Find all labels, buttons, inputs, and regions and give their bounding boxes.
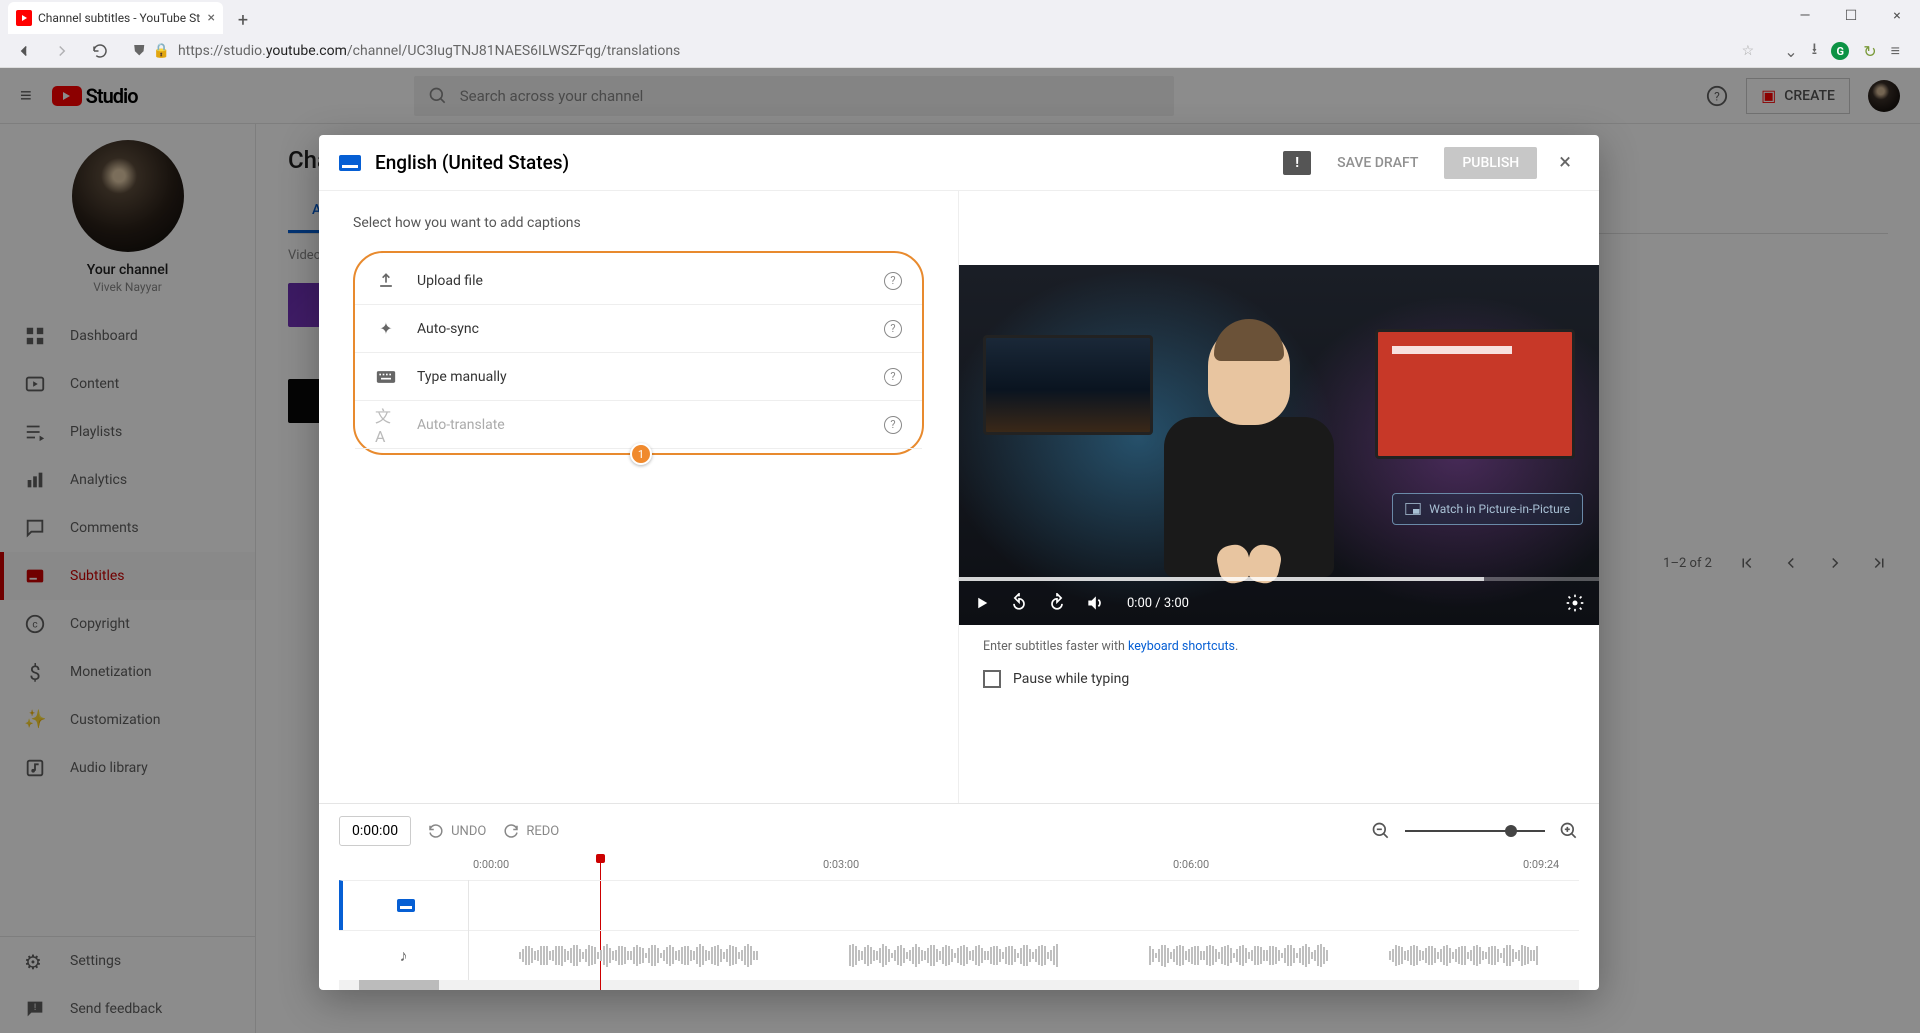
window-maximize-button[interactable]: ☐: [1828, 0, 1874, 32]
grammarly-icon[interactable]: G: [1831, 42, 1849, 60]
waveform: [1149, 945, 1328, 967]
forward-button[interactable]: [48, 37, 76, 65]
sparkle-icon: ✦: [375, 319, 397, 338]
seek-bar[interactable]: [959, 577, 1599, 581]
subtitles-icon: [339, 155, 361, 171]
redo-button[interactable]: REDO: [502, 822, 559, 840]
waveform: [1389, 945, 1538, 967]
browser-tab[interactable]: Channel subtitles - YouTube St ×: [8, 2, 223, 34]
help-icon[interactable]: ?: [884, 272, 902, 290]
option-upload-file[interactable]: Upload file ?: [355, 257, 922, 305]
timecode-input[interactable]: 0:00:00: [339, 816, 411, 846]
instruction-text: Select how you want to add captions: [353, 215, 924, 231]
tab-close-icon[interactable]: ×: [208, 10, 215, 26]
lock-icon: 🔒: [153, 43, 170, 59]
keyboard-shortcuts-link[interactable]: keyboard shortcuts: [1128, 639, 1235, 654]
caption-options-highlight: Upload file ? ✦ Auto-sync ? Type manuall…: [353, 251, 924, 455]
back-button[interactable]: [10, 37, 38, 65]
modal-title: English (United States): [375, 151, 569, 174]
play-icon[interactable]: [973, 594, 991, 612]
timeline-panel: 0:00:00 UNDO REDO 0:00:00 0:03:00 0:06:0…: [319, 803, 1599, 990]
new-tab-button[interactable]: +: [229, 6, 257, 34]
zoom-out-icon[interactable]: [1371, 821, 1391, 841]
help-icon[interactable]: ?: [884, 416, 902, 434]
pocket-icon[interactable]: ⌄: [1784, 42, 1797, 61]
save-draft-button[interactable]: SAVE DRAFT: [1325, 147, 1430, 179]
timeline-scrollbar[interactable]: [339, 980, 1579, 990]
keyboard-hint: Enter subtitles faster with keyboard sho…: [983, 639, 1599, 654]
tab-title: Channel subtitles - YouTube St: [38, 11, 200, 25]
track-audio-toggle[interactable]: ♪: [339, 930, 468, 980]
waveform: [849, 945, 1058, 967]
timeline-ruler[interactable]: 0:00:00 0:03:00 0:06:00 0:09:24: [469, 856, 1579, 880]
window-close-button[interactable]: ×: [1874, 0, 1920, 32]
zoom-in-icon[interactable]: [1559, 821, 1579, 841]
feedback-button[interactable]: !: [1283, 151, 1311, 175]
bookmark-star-icon[interactable]: ☆: [1742, 43, 1755, 59]
window-minimize-button[interactable]: —: [1782, 0, 1828, 32]
browser-chrome: Channel subtitles - YouTube St × + — ☐ ×…: [0, 0, 1920, 68]
app-menu-icon[interactable]: ≡: [1891, 41, 1900, 61]
volume-icon[interactable]: [1085, 593, 1105, 613]
zoom-slider[interactable]: [1405, 830, 1545, 832]
publish-button[interactable]: PUBLISH: [1444, 147, 1537, 179]
audio-track-lane[interactable]: [469, 930, 1579, 980]
undo-button[interactable]: UNDO: [427, 822, 486, 840]
help-icon[interactable]: ?: [884, 320, 902, 338]
rewind-10-icon[interactable]: [1009, 593, 1029, 613]
monitor-right: [1375, 329, 1575, 459]
video-controls: 0:00 / 3:00: [959, 581, 1599, 625]
picture-in-picture-button[interactable]: Watch in Picture-in-Picture: [1392, 493, 1583, 525]
translate-icon: 文A: [375, 403, 397, 446]
option-auto-sync[interactable]: ✦ Auto-sync ?: [355, 305, 922, 353]
close-button[interactable]: ×: [1551, 146, 1579, 179]
upload-icon: [375, 271, 397, 291]
subtitle-editor-modal: English (United States) ! SAVE DRAFT PUB…: [319, 135, 1599, 990]
video-preview[interactable]: Watch in Picture-in-Picture 0:00 / 3:00: [959, 265, 1599, 625]
downloads-icon[interactable]: ⭳: [1812, 38, 1818, 65]
reload-button[interactable]: [86, 37, 114, 65]
url-text: https://studio.youtube.com/channel/UC3Iu…: [178, 43, 680, 59]
waveform: [519, 945, 758, 967]
track-subtitles-toggle[interactable]: [339, 880, 468, 930]
help-icon[interactable]: ?: [884, 368, 902, 386]
address-bar[interactable]: ⛊ 🔒 https://studio.youtube.com/channel/U…: [124, 36, 1764, 66]
shield-icon: ⛊: [134, 43, 145, 59]
youtube-favicon: [16, 10, 32, 26]
option-type-manually[interactable]: Type manually ?: [355, 353, 922, 401]
monitor-left: [983, 335, 1153, 435]
annotation-badge: 1: [630, 443, 652, 465]
settings-icon[interactable]: [1565, 593, 1585, 613]
forward-10-icon[interactable]: [1047, 593, 1067, 613]
extension-icon[interactable]: ↻: [1863, 42, 1876, 61]
option-auto-translate: 文A Auto-translate ?: [355, 401, 922, 449]
pause-while-typing-label: Pause while typing: [1013, 671, 1129, 687]
keyboard-icon: [375, 370, 397, 384]
video-frame: [959, 265, 1599, 625]
subtitle-track-lane[interactable]: [469, 880, 1579, 930]
pause-while-typing-checkbox[interactable]: [983, 670, 1001, 688]
time-display: 0:00 / 3:00: [1127, 596, 1189, 611]
